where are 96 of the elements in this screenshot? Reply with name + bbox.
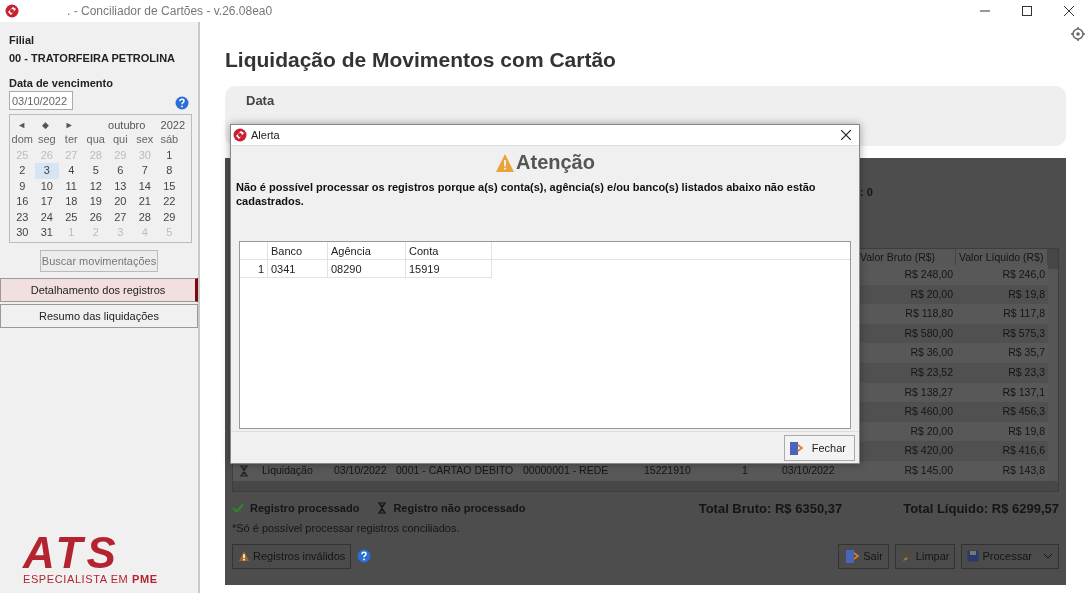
calendar-day[interactable]: 31 [34,225,59,241]
calendar-day[interactable]: 13 [108,178,133,194]
calendar-day[interactable]: 24 [34,209,59,225]
table-cell: R$ 420,00 [857,441,956,461]
calendar-day[interactable]: 20 [108,194,133,210]
table-cell: 08290 [328,260,406,278]
calendar-day[interactable]: 29 [157,209,182,225]
calendar-day[interactable]: 1 [157,147,182,163]
calendar-day[interactable]: 2 [10,163,35,179]
legend-label: Registro não processado [393,502,526,515]
dialog-message: Não é possível processar os registros porque a(s) conta(s), agência(s) e/ou banco(s) listados abaixo não estão cadastrados. [235,180,817,208]
calendar-nav-button[interactable]: ◆ [33,119,58,130]
hourglass-icon [377,502,388,515]
table-cell: R$ 23,3 [956,362,1048,383]
calendar-day[interactable]: 27 [108,209,133,225]
weekday-label: sex [135,132,155,147]
app-logo-icon [5,4,19,18]
calendar-month[interactable]: outubro [92,118,161,131]
table-cell: R$ 460,00 [857,402,956,422]
check-icon [232,503,244,514]
calendar-day[interactable]: 10 [34,178,59,194]
weekday-label: ter [63,132,79,147]
calendar-day[interactable]: 21 [132,194,157,210]
date-field[interactable]: 03/10/2022 [9,91,73,110]
calendar-nav-button[interactable]: ◄ [10,119,34,130]
nav-item[interactable]: Resumo das liquidações [0,303,198,328]
dialog-heading: Atenção [516,151,595,174]
calendar-day[interactable]: 25 [59,209,84,225]
summary-count: : 0 [860,186,874,198]
weekday-label: qua [85,132,106,147]
calendar-day[interactable]: 11 [59,178,84,194]
nav-item[interactable]: Detalhamento dos registros [0,277,198,302]
door-exit-icon [787,439,804,456]
save-icon [967,550,980,563]
weekday-label: qui [111,132,129,147]
total-net: Total Líquido: R$ 6299,57 [903,500,1059,516]
calendar-day[interactable]: 6 [108,163,133,179]
calendar-day[interactable]: 3 [34,163,59,179]
scrollbar[interactable] [1048,249,1058,269]
calendar-day[interactable]: 19 [83,194,108,210]
close-icon[interactable] [1064,6,1074,16]
warning-icon [495,152,516,173]
column-header[interactable]: Agência [328,242,406,260]
calendar-day[interactable]: 18 [59,194,84,210]
weekday-label: seg [36,132,57,147]
maximize-icon[interactable] [1022,6,1032,16]
table-cell: 15919 [406,260,492,278]
help-icon[interactable] [357,549,372,564]
table-cell: R$ 416,6 [956,441,1048,461]
close-button[interactable]: Fechar [783,434,855,461]
calendar-day[interactable]: 7 [132,163,157,179]
window-title: . - Conciliador de Cartões - v.26.08ea0 [67,4,273,18]
dialog-title: Alerta [251,129,280,141]
calendar-day[interactable]: 5 [83,163,108,179]
horizontal-scrollbar[interactable] [233,480,1058,491]
logo-mark: ATS [23,533,120,573]
table-cell: R$ 456,3 [956,402,1048,422]
door-exit-icon [844,548,861,565]
branch-label: Filial [8,34,36,46]
calendar-day[interactable]: 8 [157,163,182,179]
calendar-year[interactable]: 2022 [160,118,185,131]
legend-label: Registro processado [250,502,360,515]
calendar-nav-button[interactable]: ► [57,119,81,130]
row-number: 1 [240,260,268,278]
settings-icon[interactable] [1070,26,1086,42]
broom-icon [900,550,913,563]
column-header[interactable]: Banco [268,242,328,260]
calendar-day[interactable]: 15 [157,178,182,194]
due-date-label: Data de vencimento [8,77,114,89]
page-title: Liquidação de Movimentos com Cartão [225,48,617,73]
date-card-label: Data [246,93,276,108]
calendar-day[interactable]: 12 [83,178,108,194]
weekday-label: sáb [159,132,180,147]
column-header[interactable]: Conta [406,242,492,260]
table-corner-cell [240,242,268,260]
table-cell: R$ 19,8 [956,284,1048,305]
logo-tagline: ESPECIALISTA EM PME [23,573,158,585]
table-cell: 0341 [268,260,328,278]
caret-down-icon [1043,553,1053,560]
help-icon[interactable] [175,96,189,110]
calendar-day[interactable]: 14 [132,178,157,194]
calendar-day[interactable]: 26 [83,209,108,225]
calendar-day[interactable]: 28 [132,209,157,225]
table-cell: R$ 575,3 [956,323,1048,344]
calendar-day[interactable]: 23 [10,209,35,225]
calendar-day[interactable]: 9 [10,178,35,194]
calendar-day[interactable]: 30 [10,225,35,241]
calendar-day[interactable]: 22 [157,194,182,210]
calendar-day[interactable]: 16 [10,194,35,210]
warning-icon [238,550,250,563]
calendar-day[interactable]: 17 [34,194,59,210]
calendar-day[interactable]: 4 [59,163,84,179]
close-icon[interactable] [841,130,851,140]
weekday-label: dom [10,132,34,147]
branch-name: 00 - TRATORFEIRA PETROLINA [8,52,177,64]
total-gross: Total Bruto: R$ 6350,37 [698,500,843,516]
